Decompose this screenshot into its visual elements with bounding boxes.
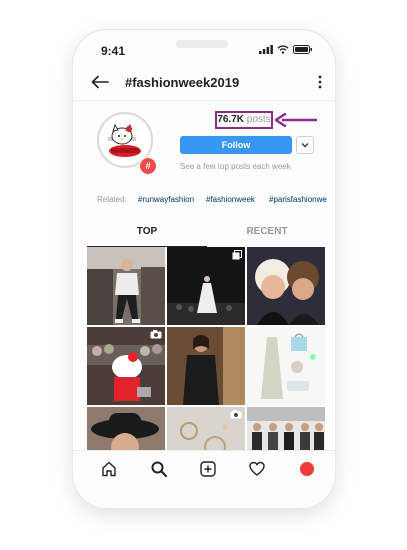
chevron-down-icon <box>301 143 309 148</box>
posts-count-box: 76.7K posts <box>215 111 273 129</box>
follow-button[interactable]: Follow <box>180 136 292 154</box>
selfie-photo <box>247 247 325 325</box>
model-coat-photo <box>167 327 245 405</box>
tab-top[interactable]: TOP <box>87 218 207 247</box>
posts-count: 76.7K <box>217 114 244 125</box>
back-arrow-icon[interactable] <box>91 75 109 89</box>
cellular-signal-icon <box>259 45 273 54</box>
related-tag-runwayfashion[interactable]: #runwayfashion <box>138 195 194 204</box>
woman-hat-photo <box>87 407 165 456</box>
post-selfie[interactable] <box>247 247 325 325</box>
street-style-photo <box>87 247 165 325</box>
post-runway-lineup[interactable] <box>247 407 325 456</box>
related-hashtags-bar: Related: #runwayfashion #fashionweek #pa… <box>73 185 335 213</box>
battery-icon <box>293 45 312 54</box>
nav-bar: #fashionweek2019 <box>73 66 335 101</box>
search-icon[interactable] <box>151 461 167 477</box>
status-time: 9:41 <box>101 44 126 58</box>
related-tag-fashionweek[interactable]: #fashionweek <box>206 195 255 204</box>
multi-photo-icon <box>232 250 242 260</box>
related-label: Related: <box>97 195 127 204</box>
post-jewelry[interactable] <box>167 407 245 456</box>
post-street-style[interactable] <box>87 247 165 325</box>
profile-avatar-icon[interactable] <box>299 461 315 477</box>
tab-recent[interactable]: RECENT <box>207 218 327 246</box>
activity-heart-icon[interactable] <box>249 461 265 477</box>
suggestions-dropdown-button[interactable] <box>296 136 314 154</box>
home-icon[interactable] <box>101 461 117 477</box>
bottom-nav-bar <box>73 450 335 491</box>
post-accessories-flatlay[interactable] <box>247 327 325 405</box>
runway-lineup-photo <box>247 407 325 456</box>
more-options-icon[interactable] <box>317 74 323 90</box>
video-icon <box>150 330 162 339</box>
video-icon <box>230 410 242 419</box>
posts-grid <box>87 247 325 456</box>
new-post-icon[interactable] <box>200 461 216 477</box>
home-indicator-area <box>73 490 335 508</box>
post-model-coat[interactable] <box>167 327 245 405</box>
annotation-arrow-icon <box>274 113 317 127</box>
top-posts-subtext: See a few top posts each week <box>180 162 291 171</box>
phone-frame: 9:41 #fashionweek2019 # 76.7K posts Foll… <box>73 30 335 508</box>
wifi-icon <box>277 45 289 54</box>
posts-label: posts <box>246 114 271 125</box>
status-bar: 9:41 <box>73 30 335 62</box>
accessories-flatlay-photo <box>247 327 325 405</box>
post-hello-kitty-audience[interactable] <box>87 327 165 405</box>
post-tabs: TOP RECENT <box>87 218 327 247</box>
related-tag-parisfashionweek[interactable]: #parisfashionwe <box>269 195 327 204</box>
post-runway-gown[interactable] <box>167 247 245 325</box>
hashtag-badge-icon: # <box>139 157 157 175</box>
post-woman-hat[interactable] <box>87 407 165 456</box>
page-title: #fashionweek2019 <box>125 75 240 90</box>
status-icons <box>259 45 313 54</box>
